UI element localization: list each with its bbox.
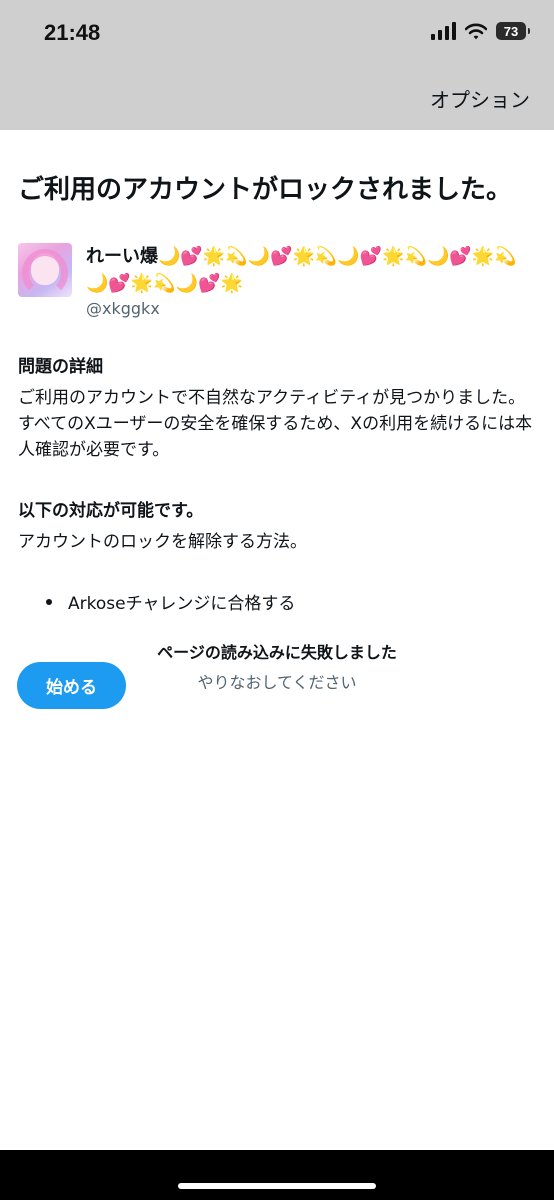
retry-link[interactable]: やりなおしてください [0,669,554,693]
details-body: ご利用のアカウントで不自然なアクティビティが見つかりました。すべてのXユーザーの… [18,388,533,460]
actions-heading: 以下の対応が可能です。 [18,501,204,521]
option-label: Arkoseチャレンジに合格する [68,594,296,614]
home-indicator[interactable] [178,1183,376,1189]
actions-body: アカウントのロックを解除する方法。 [18,532,307,552]
error-title: ページの読み込みに失敗しました [157,643,397,662]
details-heading: 問題の詳細 [18,357,103,377]
account-handle: @xkggkx [86,299,160,318]
battery-icon: 73 [496,22,530,40]
status-icons: 73 [431,22,530,40]
account-info: れーい爆🌙💕🌟💫🌙💕🌟💫🌙💕🌟💫🌙💕🌟💫🌙💕🌟💫🌙💕🌟 @xkggkx [86,243,534,318]
list-item: Arkoseチャレンジに合格する [18,589,536,614]
page-title: ご利用のアカウントがロックされました。 [18,175,513,205]
locked-account-panel: ご利用のアカウントがロックされました。 れーい爆🌙💕🌟💫🌙💕🌟💫🌙💕🌟💫🌙💕🌟💫… [18,166,536,614]
top-bar: 21:48 73 オプション [0,0,554,130]
avatar [18,243,72,297]
battery-level: 73 [503,23,519,39]
signal-icon [431,22,456,40]
display-name: れーい爆🌙💕🌟💫🌙💕🌟💫🌙💕🌟💫🌙💕🌟💫🌙💕🌟💫🌙💕🌟 [86,246,517,294]
options-link[interactable]: オプション [430,84,530,113]
status-time: 21:48 [44,20,101,45]
wifi-icon [465,23,487,39]
unlock-options-list: Arkoseチャレンジに合格する [18,589,536,614]
bottom-bar [0,1150,554,1200]
bullet-icon [46,598,52,605]
account-card: れーい爆🌙💕🌟💫🌙💕🌟💫🌙💕🌟💫🌙💕🌟💫🌙💕🌟💫🌙💕🌟 @xkggkx [18,243,536,318]
